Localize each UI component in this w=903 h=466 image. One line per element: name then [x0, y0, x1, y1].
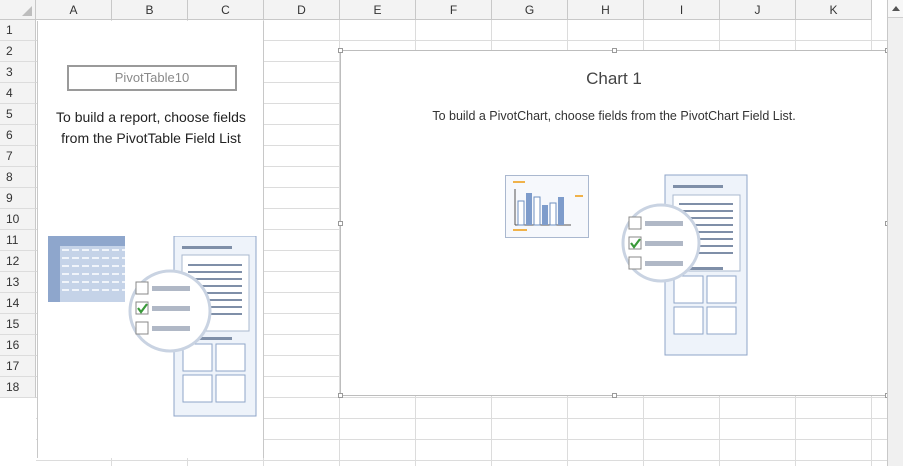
- row-header-14[interactable]: 14: [0, 293, 36, 314]
- column-header-h[interactable]: H: [568, 0, 644, 20]
- row-header-12[interactable]: 12: [0, 251, 36, 272]
- resize-handle-top-center[interactable]: [612, 48, 617, 53]
- pivot-table-name: PivotTable10: [67, 65, 237, 91]
- pivot-chart-icon: [505, 175, 589, 238]
- row-header-18[interactable]: 18: [0, 377, 36, 398]
- row-header-6[interactable]: 6: [0, 125, 36, 146]
- column-header-b[interactable]: B: [112, 0, 188, 20]
- column-header-i[interactable]: I: [644, 0, 720, 20]
- chart-instruction: To build a PivotChart, choose fields fro…: [432, 109, 796, 123]
- resize-handle-middle-left[interactable]: [338, 221, 343, 226]
- row-header-11[interactable]: 11: [0, 230, 36, 251]
- pivot-table-instruction: To build a report, choose fields from th…: [56, 109, 246, 146]
- select-all-corner[interactable]: [0, 0, 36, 20]
- chart-title: Chart 1: [586, 69, 642, 88]
- column-header-j[interactable]: J: [720, 0, 796, 20]
- row-header-17[interactable]: 17: [0, 356, 36, 377]
- column-header-d[interactable]: D: [264, 0, 340, 20]
- row-header-16[interactable]: 16: [0, 335, 36, 356]
- column-header-g[interactable]: G: [492, 0, 568, 20]
- resize-handle-bottom-left[interactable]: [338, 393, 343, 398]
- row-header-3[interactable]: 3: [0, 62, 36, 83]
- pivot-chart-placeholder[interactable]: Chart 1 To build a PivotChart, choose fi…: [338, 48, 890, 398]
- row-header-1[interactable]: 1: [0, 20, 36, 41]
- row-header-7[interactable]: 7: [0, 146, 36, 167]
- scroll-up-arrow-icon[interactable]: [888, 0, 903, 18]
- resize-handle-top-left[interactable]: [338, 48, 343, 53]
- row-header-15[interactable]: 15: [0, 314, 36, 335]
- pivot-chart-field-list-icon: [621, 174, 748, 356]
- pivot-table-field-list-icon: [48, 236, 257, 417]
- column-header-e[interactable]: E: [340, 0, 416, 20]
- row-header-2[interactable]: 2: [0, 41, 36, 62]
- row-header-10[interactable]: 10: [0, 209, 36, 230]
- column-header-f[interactable]: F: [416, 0, 492, 20]
- row-header-9[interactable]: 9: [0, 188, 36, 209]
- vertical-scrollbar[interactable]: [887, 0, 903, 466]
- row-header-5[interactable]: 5: [0, 104, 36, 125]
- resize-handle-bottom-center[interactable]: [612, 393, 617, 398]
- column-header-a[interactable]: A: [36, 0, 112, 20]
- spreadsheet: ABCDEFGHIJK 1 2 3 4 5 6 7 8 9 10 11 12 13 14 15 16 17 18 …: [0, 0, 903, 466]
- row-header-4[interactable]: 4: [0, 83, 36, 104]
- column-header-c[interactable]: C: [188, 0, 264, 20]
- pivot-table-placeholder[interactable]: PivotTable10 To build a report, choose f…: [37, 21, 264, 458]
- row-header-13[interactable]: 13: [0, 272, 36, 293]
- row-header-8[interactable]: 8: [0, 167, 36, 188]
- column-header-k[interactable]: K: [796, 0, 872, 20]
